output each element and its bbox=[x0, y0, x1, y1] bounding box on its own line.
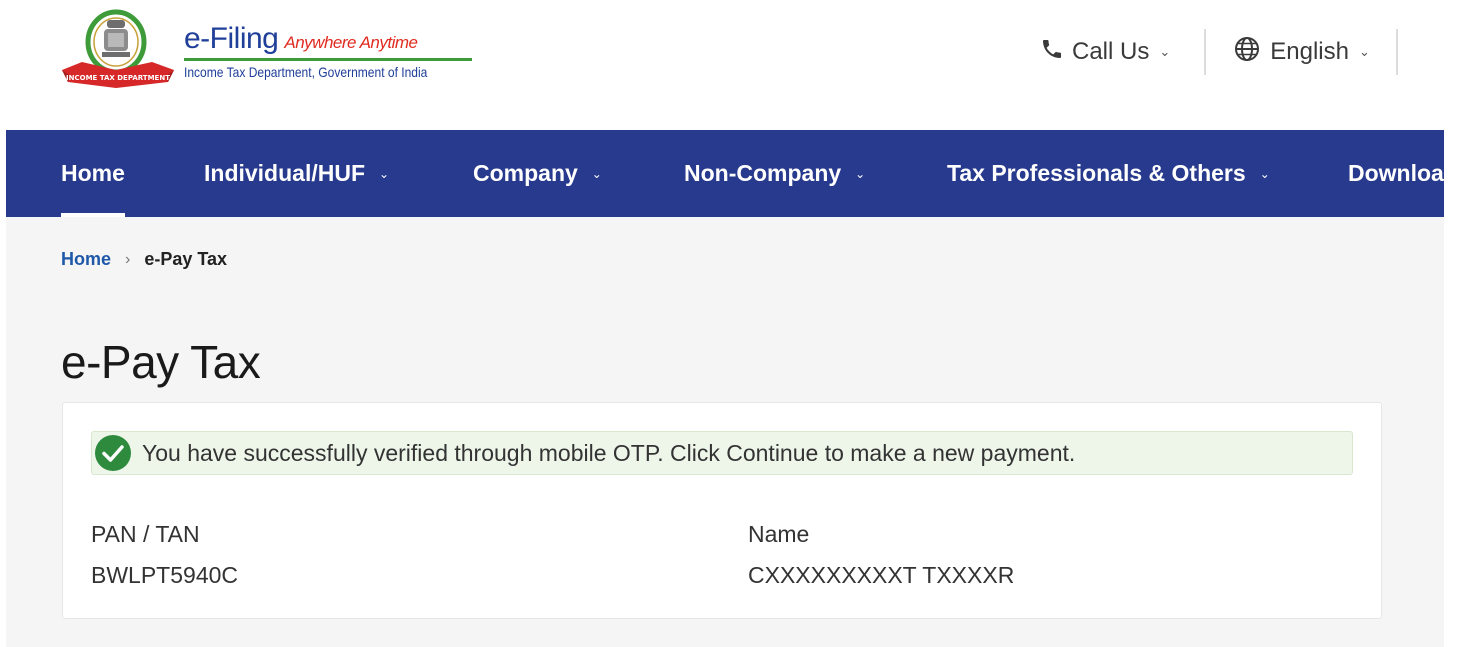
check-circle-icon bbox=[94, 434, 132, 472]
efiling-logo[interactable]: INCOME TAX DEPARTMENT e-Filing Anywhere … bbox=[60, 8, 472, 90]
call-us-label: Call Us bbox=[1072, 38, 1150, 65]
nav-item-individual-huf[interactable]: Individual/HUF ⌄ bbox=[204, 130, 389, 217]
call-us-button[interactable]: Call Us ⌄ bbox=[1040, 37, 1170, 68]
pan-tan-value: BWLPT5940C bbox=[91, 562, 239, 588]
chevron-down-icon: ⌄ bbox=[379, 166, 390, 181]
brand-name: e-Filing bbox=[184, 22, 279, 55]
brand-divider bbox=[184, 58, 472, 61]
page-content: Home › e-Pay Tax e-Pay Tax You have succ… bbox=[6, 217, 1444, 647]
nav-item-label: Home bbox=[61, 160, 125, 186]
brand-subtitle: Income Tax Department, Government of Ind… bbox=[184, 64, 428, 80]
name-value: CXXXXXXXXXT TXXXXR bbox=[748, 562, 1015, 588]
nav-item-company[interactable]: Company ⌄ bbox=[473, 130, 602, 217]
nav-item-non-company[interactable]: Non-Company ⌄ bbox=[684, 130, 865, 217]
header-actions: Call Us ⌄ English ⌄ bbox=[1040, 28, 1398, 76]
chevron-down-icon: ⌄ bbox=[855, 166, 866, 181]
success-alert: You have successfully verified through m… bbox=[91, 431, 1353, 475]
nav-item-downloads[interactable]: Downloa bbox=[1348, 130, 1444, 217]
pan-tan-field: PAN / TAN BWLPT5940C bbox=[91, 521, 238, 589]
name-field: Name CXXXXXXXXXT TXXXXR bbox=[748, 521, 1014, 589]
nav-item-label: Individual/HUF bbox=[204, 160, 365, 186]
nav-item-tax-professionals[interactable]: Tax Professionals & Others ⌄ bbox=[947, 130, 1270, 217]
brand-text: e-Filing Anywhere Anytime Income Tax Dep… bbox=[184, 22, 472, 80]
phone-icon bbox=[1040, 37, 1064, 68]
breadcrumb: Home › e-Pay Tax bbox=[61, 249, 227, 270]
nav-item-label: Non-Company bbox=[684, 160, 842, 186]
ribbon-text: INCOME TAX DEPARTMENT bbox=[66, 74, 170, 82]
language-label: English bbox=[1270, 38, 1349, 65]
breadcrumb-home-link[interactable]: Home bbox=[61, 249, 111, 270]
globe-icon bbox=[1234, 36, 1260, 69]
chevron-down-icon: ⌄ bbox=[1159, 44, 1171, 59]
india-emblem-icon: INCOME TAX DEPARTMENT bbox=[60, 8, 178, 90]
language-selector[interactable]: English ⌄ bbox=[1234, 36, 1370, 69]
pan-tan-label: PAN / TAN bbox=[91, 521, 200, 547]
chevron-down-icon: ⌄ bbox=[1259, 166, 1270, 181]
chevron-down-icon: ⌄ bbox=[1358, 44, 1370, 59]
main-navigation: Home Individual/HUF ⌄ Company ⌄ Non-Comp… bbox=[6, 130, 1444, 217]
chevron-down-icon: ⌄ bbox=[591, 166, 602, 181]
page-title: e-Pay Tax bbox=[61, 336, 261, 388]
breadcrumb-current: e-Pay Tax bbox=[144, 249, 228, 269]
site-header: INCOME TAX DEPARTMENT e-Filing Anywhere … bbox=[0, 0, 1459, 130]
breadcrumb-separator-icon: › bbox=[125, 250, 131, 268]
header-divider bbox=[1395, 29, 1398, 75]
success-message: You have successfully verified through m… bbox=[142, 439, 1076, 466]
header-divider bbox=[1204, 29, 1207, 75]
name-label: Name bbox=[748, 521, 810, 547]
nav-item-label: Downloa bbox=[1348, 160, 1444, 186]
nav-item-label: Tax Professionals & Others bbox=[947, 160, 1246, 186]
taxpayer-details-card: You have successfully verified through m… bbox=[62, 402, 1382, 619]
nav-item-home[interactable]: Home bbox=[61, 130, 125, 217]
nav-item-label: Company bbox=[473, 160, 578, 186]
brand-tagline: Anywhere Anytime bbox=[284, 33, 418, 52]
